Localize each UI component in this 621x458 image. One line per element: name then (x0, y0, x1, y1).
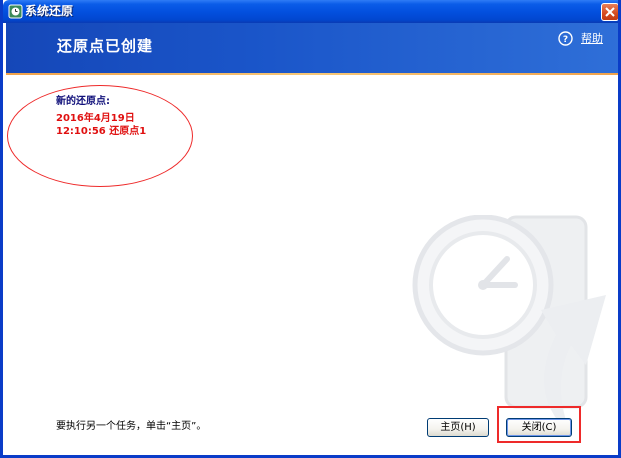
home-button[interactable]: 主页(H) (427, 418, 489, 437)
title-bar[interactable] (3, 0, 618, 23)
close-icon (605, 7, 615, 17)
restore-point-time-name: 12:10:56 还原点1 (56, 126, 147, 137)
footer-hint: 要执行另一个任务，单击“主页”。 (56, 421, 207, 432)
system-restore-window: 系统还原 还原点已创建 ? 帮助 新的还原点: 2016年4月19日 12:10… (0, 0, 621, 458)
annotation-highlight-box (497, 406, 581, 443)
header-divider (6, 73, 618, 75)
page-title: 还原点已创建 (57, 37, 154, 55)
help-icon[interactable]: ? (558, 31, 573, 46)
window-title: 系统还原 (25, 4, 74, 18)
system-restore-icon (8, 4, 23, 19)
svg-text:?: ? (563, 35, 568, 45)
window-close-button[interactable] (601, 3, 618, 21)
restore-point-date: 2016年4月19日 (56, 113, 135, 124)
new-restore-point-label: 新的还原点: (56, 96, 110, 107)
help-link[interactable]: 帮助 (581, 32, 603, 46)
